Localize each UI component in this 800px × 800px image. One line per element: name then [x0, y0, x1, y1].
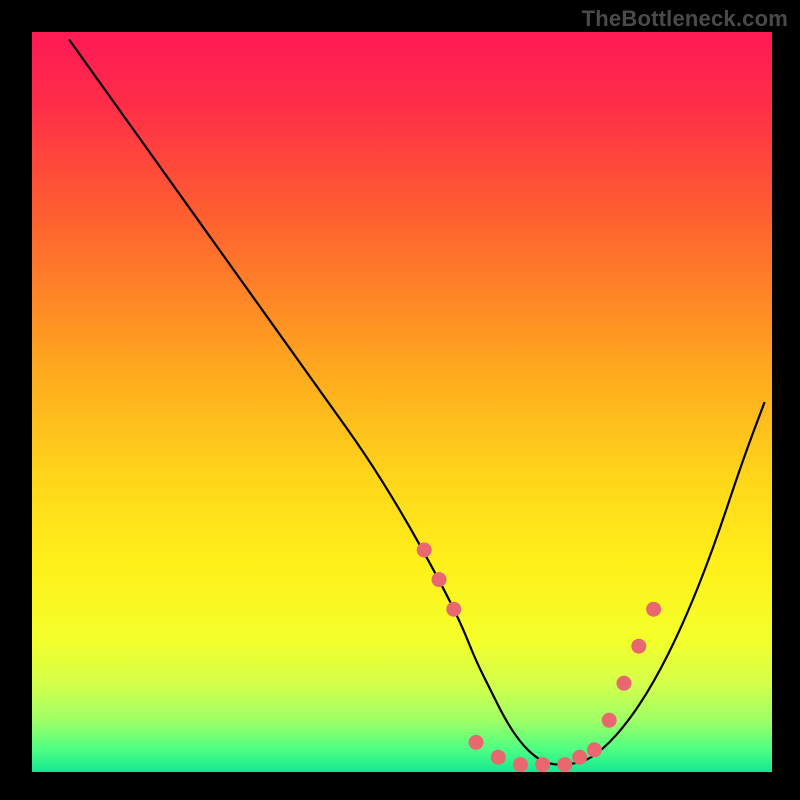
curve-marker [446, 602, 461, 617]
curve-marker [432, 572, 447, 587]
curve-marker [572, 750, 587, 765]
curve-marker [631, 639, 646, 654]
curve-marker [602, 713, 617, 728]
curve-marker [557, 757, 572, 772]
curve-marker [491, 750, 506, 765]
curve-marker [417, 543, 432, 558]
curve-marker [617, 676, 632, 691]
curve-marker [646, 602, 661, 617]
curve-marker [587, 742, 602, 757]
curve-marker [513, 757, 528, 772]
chart-frame: TheBottleneck.com [0, 0, 800, 800]
bottleneck-chart [0, 0, 800, 800]
curve-marker [535, 757, 550, 772]
curve-marker [469, 735, 484, 750]
